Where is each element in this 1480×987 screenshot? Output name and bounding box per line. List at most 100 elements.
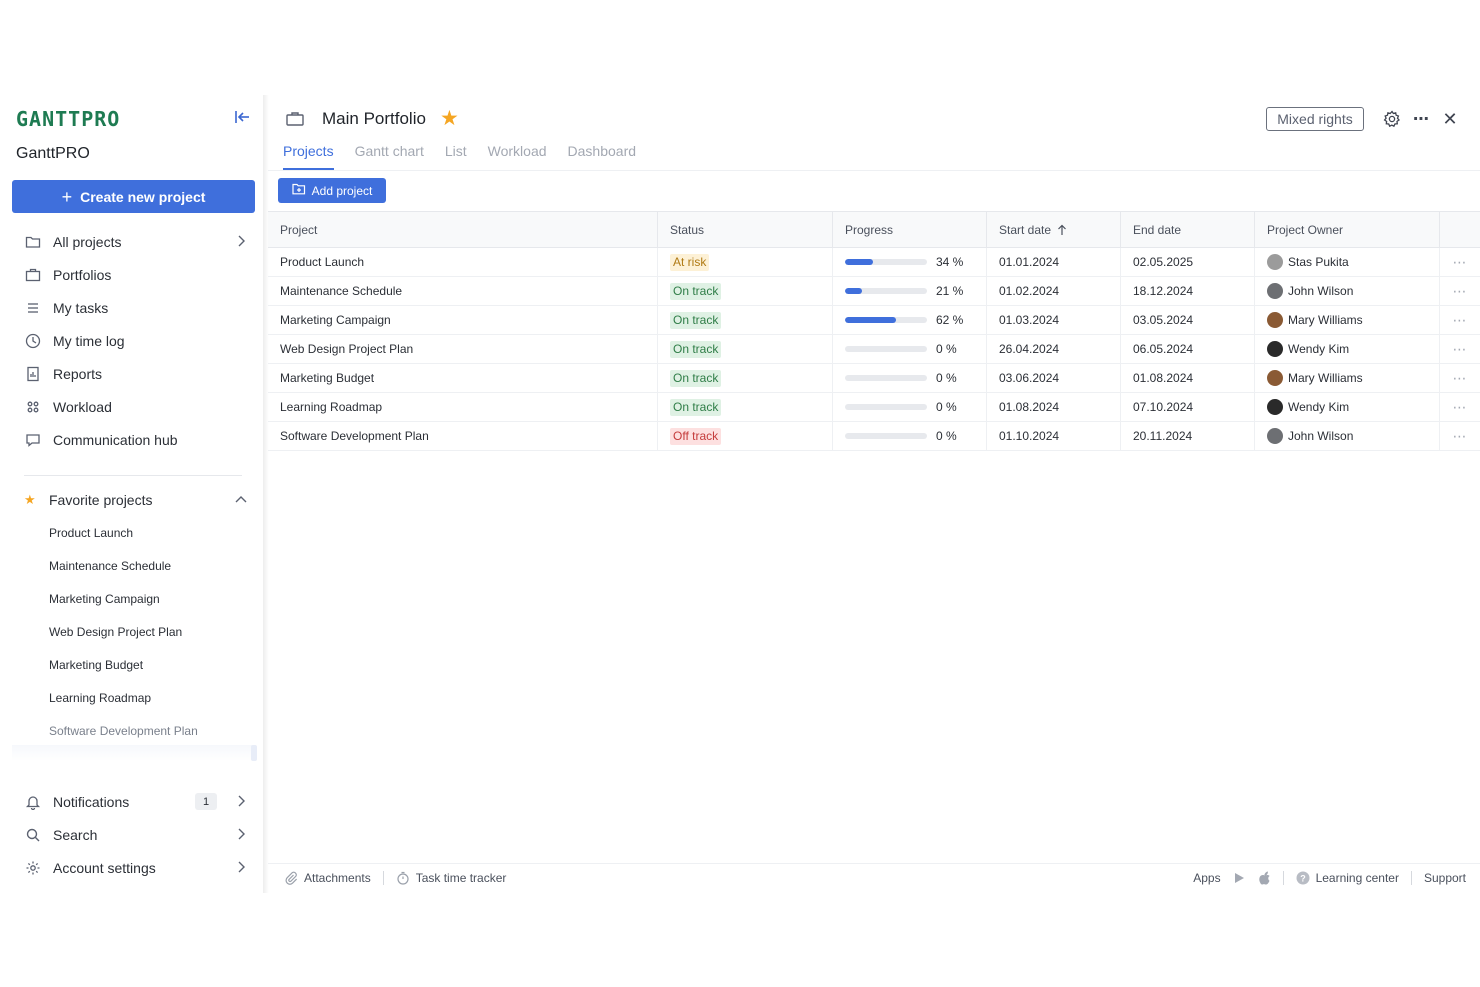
- footer-bar: Attachments Task time tracker Apps ? Lea…: [268, 863, 1480, 891]
- apps-link[interactable]: Apps: [1193, 871, 1270, 885]
- row-more-options-icon[interactable]: ⋯: [1440, 248, 1480, 276]
- sidebar-item-portfolios[interactable]: Portfolios: [0, 258, 267, 291]
- favorite-project-item[interactable]: Marketing Campaign: [0, 582, 267, 615]
- sidebar-item-search[interactable]: Search: [0, 818, 267, 851]
- start-date-cell[interactable]: 01.02.2024: [987, 277, 1121, 305]
- tab-workload[interactable]: Workload: [488, 143, 547, 171]
- google-play-icon[interactable]: [1233, 872, 1245, 884]
- project-name-cell[interactable]: Marketing Budget: [268, 364, 658, 392]
- table-row[interactable]: Marketing Budget On track 0 % 03.06.2024 01.…: [268, 364, 1480, 393]
- favorite-project-item[interactable]: Maintenance Schedule: [0, 549, 267, 582]
- add-project-button[interactable]: Add project: [278, 178, 386, 203]
- status-badge[interactable]: On track: [670, 340, 722, 358]
- task-time-tracker-link[interactable]: Task time tracker: [396, 871, 506, 885]
- end-date-cell[interactable]: 07.10.2024: [1121, 393, 1255, 421]
- end-date-cell[interactable]: 03.05.2024: [1121, 306, 1255, 334]
- favorite-project-item[interactable]: Software Development Plan: [0, 714, 267, 747]
- row-more-options-icon[interactable]: ⋯: [1440, 277, 1480, 305]
- project-owner-cell[interactable]: Stas Pukita: [1255, 248, 1440, 276]
- favorite-project-item[interactable]: Web Design Project Plan: [0, 615, 267, 648]
- column-header-project-owner[interactable]: Project Owner: [1255, 212, 1440, 247]
- start-date-cell[interactable]: 01.08.2024: [987, 393, 1121, 421]
- sidebar-item-communication-hub[interactable]: Communication hub: [0, 423, 267, 456]
- status-badge[interactable]: On track: [670, 369, 722, 387]
- project-owner-cell[interactable]: Mary Williams: [1255, 306, 1440, 334]
- start-date-cell[interactable]: 01.03.2024: [987, 306, 1121, 334]
- attachments-link[interactable]: Attachments: [284, 871, 371, 885]
- end-date-cell[interactable]: 20.11.2024: [1121, 422, 1255, 450]
- project-name-cell[interactable]: Product Launch: [268, 248, 658, 276]
- table-row[interactable]: Web Design Project Plan On track 0 % 26.04.…: [268, 335, 1480, 364]
- gear-icon[interactable]: [1381, 108, 1403, 130]
- project-owner-cell[interactable]: Wendy Kim: [1255, 393, 1440, 421]
- column-header-status[interactable]: Status: [658, 212, 833, 247]
- start-date-cell[interactable]: 01.01.2024: [987, 248, 1121, 276]
- favorite-project-item[interactable]: Learning Roadmap: [0, 681, 267, 714]
- start-date-cell[interactable]: 26.04.2024: [987, 335, 1121, 363]
- sidebar-item-notifications[interactable]: Notifications 1: [0, 785, 267, 818]
- status-badge[interactable]: On track: [670, 398, 722, 416]
- project-name-cell[interactable]: Web Design Project Plan: [268, 335, 658, 363]
- status-badge[interactable]: On track: [670, 311, 722, 329]
- favorite-projects-toggle[interactable]: ★ Favorite projects: [0, 483, 267, 516]
- learning-center-link[interactable]: ? Learning center: [1296, 871, 1399, 885]
- project-owner-cell[interactable]: Mary Williams: [1255, 364, 1440, 392]
- scrollbar[interactable]: [251, 745, 257, 761]
- tab-list[interactable]: List: [445, 143, 467, 171]
- column-header-project[interactable]: Project: [268, 212, 658, 247]
- sidebar-item-all-projects[interactable]: All projects: [0, 225, 267, 258]
- start-date-cell[interactable]: 03.06.2024: [987, 364, 1121, 392]
- close-icon[interactable]: ✕: [1439, 108, 1461, 130]
- progress-percent: 21 %: [936, 284, 964, 298]
- project-name-cell[interactable]: Marketing Campaign: [268, 306, 658, 334]
- start-date-cell[interactable]: 01.10.2024: [987, 422, 1121, 450]
- favorite-star-icon[interactable]: ★: [440, 106, 459, 131]
- sidebar-item-my-time-log[interactable]: My time log: [0, 324, 267, 357]
- project-name-cell[interactable]: Learning Roadmap: [268, 393, 658, 421]
- row-more-options-icon[interactable]: ⋯: [1440, 364, 1480, 392]
- row-more-options-icon[interactable]: ⋯: [1440, 393, 1480, 421]
- table-row[interactable]: Learning Roadmap On track 0 % 01.08.2024 07.…: [268, 393, 1480, 422]
- more-options-icon[interactable]: ⋯: [1410, 108, 1432, 130]
- apple-icon[interactable]: [1258, 871, 1271, 885]
- sidebar-item-workload[interactable]: Workload: [0, 390, 267, 423]
- status-badge[interactable]: At risk: [670, 253, 710, 271]
- project-name-cell[interactable]: Maintenance Schedule: [268, 277, 658, 305]
- row-more-options-icon[interactable]: ⋯: [1440, 306, 1480, 334]
- sidebar-item-account-settings[interactable]: Account settings: [0, 851, 267, 884]
- favorite-project-item[interactable]: Product Launch: [0, 516, 267, 549]
- status-badge[interactable]: Off track: [670, 427, 722, 445]
- sidebar-divider: [24, 475, 242, 476]
- table-row[interactable]: Software Development Plan Off track 0 % 01.…: [268, 422, 1480, 451]
- table-row[interactable]: Maintenance Schedule On track 21 % 01.02.20…: [268, 277, 1480, 306]
- end-date-cell[interactable]: 02.05.2025: [1121, 248, 1255, 276]
- mixed-rights-button[interactable]: Mixed rights: [1266, 107, 1364, 131]
- column-header-progress[interactable]: Progress: [833, 212, 987, 247]
- list-fade: [12, 745, 252, 761]
- collapse-sidebar-icon[interactable]: [232, 107, 252, 127]
- end-date-cell[interactable]: 18.12.2024: [1121, 277, 1255, 305]
- project-owner-cell[interactable]: John Wilson: [1255, 422, 1440, 450]
- column-header-end-date[interactable]: End date: [1121, 212, 1255, 247]
- progress-bar: [845, 288, 927, 294]
- row-more-options-icon[interactable]: ⋯: [1440, 335, 1480, 363]
- project-owner-cell[interactable]: John Wilson: [1255, 277, 1440, 305]
- table-row[interactable]: Marketing Campaign On track 62 % 01.03.2024…: [268, 306, 1480, 335]
- tab-dashboard[interactable]: Dashboard: [568, 143, 637, 171]
- row-more-options-icon[interactable]: ⋯: [1440, 422, 1480, 450]
- favorite-project-item[interactable]: Marketing Budget: [0, 648, 267, 681]
- sidebar-item-my-tasks[interactable]: My tasks: [0, 291, 267, 324]
- status-badge[interactable]: On track: [670, 282, 722, 300]
- project-owner-cell[interactable]: Wendy Kim: [1255, 335, 1440, 363]
- support-link[interactable]: Support: [1424, 871, 1466, 885]
- table-row[interactable]: Product Launch At risk 34 % 01.01.2024 02.05…: [268, 248, 1480, 277]
- create-new-project-button[interactable]: + Create new project: [12, 180, 255, 213]
- column-header-start-date[interactable]: Start date: [987, 212, 1121, 247]
- sidebar-item-reports[interactable]: Reports: [0, 357, 267, 390]
- plus-icon: +: [61, 186, 73, 207]
- project-name-cell[interactable]: Software Development Plan: [268, 422, 658, 450]
- tab-gantt-chart[interactable]: Gantt chart: [355, 143, 424, 171]
- end-date-cell[interactable]: 06.05.2024: [1121, 335, 1255, 363]
- tab-projects[interactable]: Projects: [283, 143, 334, 171]
- end-date-cell[interactable]: 01.08.2024: [1121, 364, 1255, 392]
